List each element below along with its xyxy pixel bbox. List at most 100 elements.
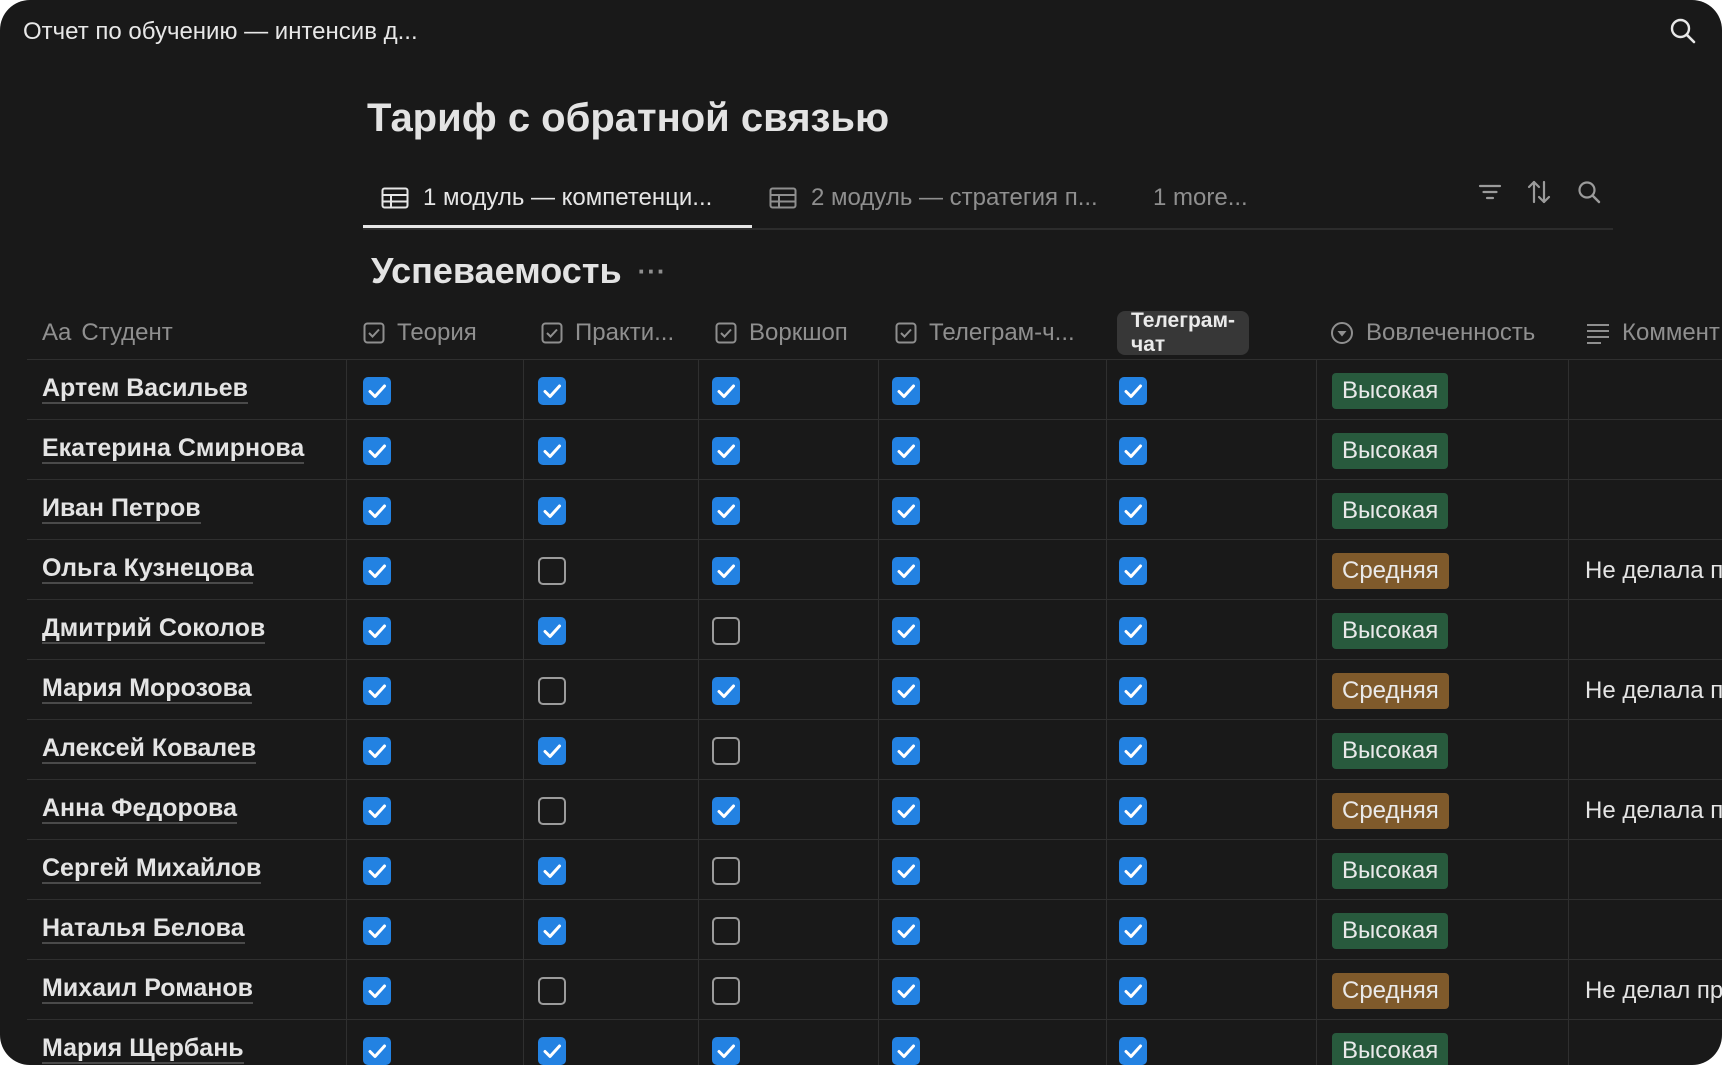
column-header-telegram-2-tooltip[interactable]: Телеграм-чат — [1117, 309, 1249, 356]
cell-theory-checkbox[interactable] — [363, 437, 391, 465]
cell-telegram-1-checkbox[interactable] — [892, 917, 920, 945]
cell-practice-checkbox[interactable] — [538, 437, 566, 465]
comment-text[interactable]: Не делала п — [1585, 797, 1722, 825]
cell-theory-checkbox[interactable] — [363, 857, 391, 885]
table-row[interactable]: Иван Петров Высокая — [27, 480, 1722, 540]
cell-telegram-2-checkbox[interactable] — [1119, 677, 1147, 705]
table-row[interactable]: Анна Федорова Средняя Не делала п — [27, 780, 1722, 840]
cell-practice-checkbox[interactable] — [538, 377, 566, 405]
table-row[interactable]: Сергей Михайлов Высокая — [27, 840, 1722, 900]
cell-workshop-checkbox[interactable] — [712, 497, 740, 525]
engagement-tag[interactable]: Средняя — [1332, 973, 1449, 1009]
cell-workshop-checkbox[interactable] — [712, 737, 740, 765]
cell-workshop-checkbox[interactable] — [712, 977, 740, 1005]
cell-workshop-checkbox[interactable] — [712, 1037, 740, 1065]
engagement-tag[interactable]: Высокая — [1332, 613, 1449, 649]
column-header-engagement[interactable]: Вовлеченность — [1330, 306, 1570, 360]
cell-telegram-2-checkbox[interactable] — [1119, 437, 1147, 465]
cell-workshop-checkbox[interactable] — [712, 677, 740, 705]
cell-practice-checkbox[interactable] — [538, 497, 566, 525]
cell-practice-checkbox[interactable] — [538, 917, 566, 945]
column-header-comment[interactable]: Коммент — [1586, 306, 1722, 360]
cell-telegram-1-checkbox[interactable] — [892, 677, 920, 705]
search-icon[interactable] — [1575, 178, 1603, 206]
table-row[interactable]: Дмитрий Соколов Высокая — [27, 600, 1722, 660]
engagement-tag[interactable]: Высокая — [1332, 733, 1449, 769]
search-icon[interactable] — [1668, 16, 1698, 46]
cell-practice-checkbox[interactable] — [538, 977, 566, 1005]
table-row[interactable]: Наталья Белова Высокая — [27, 900, 1722, 960]
engagement-tag[interactable]: Высокая — [1332, 373, 1449, 409]
filter-icon[interactable] — [1476, 178, 1504, 206]
cell-telegram-2-checkbox[interactable] — [1119, 917, 1147, 945]
column-header-telegram-1[interactable]: Телеграм-ч... — [895, 306, 1115, 360]
cell-telegram-2-checkbox[interactable] — [1119, 857, 1147, 885]
cell-telegram-2-checkbox[interactable] — [1119, 617, 1147, 645]
cell-theory-checkbox[interactable] — [363, 977, 391, 1005]
cell-workshop-checkbox[interactable] — [712, 377, 740, 405]
table-row[interactable]: Алексей Ковалев Высокая — [27, 720, 1722, 780]
comment-text[interactable]: Не делал пр — [1585, 977, 1722, 1005]
cell-practice-checkbox[interactable] — [538, 1037, 566, 1065]
cell-telegram-2-checkbox[interactable] — [1119, 497, 1147, 525]
cell-practice-checkbox[interactable] — [538, 617, 566, 645]
cell-telegram-1-checkbox[interactable] — [892, 1037, 920, 1065]
cell-telegram-1-checkbox[interactable] — [892, 437, 920, 465]
cell-telegram-1-checkbox[interactable] — [892, 497, 920, 525]
engagement-tag[interactable]: Средняя — [1332, 673, 1449, 709]
database-menu-button[interactable]: ··· — [638, 256, 667, 287]
cell-theory-checkbox[interactable] — [363, 737, 391, 765]
cell-telegram-1-checkbox[interactable] — [892, 857, 920, 885]
cell-telegram-2-checkbox[interactable] — [1119, 377, 1147, 405]
cell-workshop-checkbox[interactable] — [712, 917, 740, 945]
tab-module-1[interactable]: 1 модуль — компетенци... — [363, 170, 752, 228]
student-name[interactable]: Анна Федорова — [42, 794, 237, 824]
student-name[interactable]: Алексей Ковалев — [42, 734, 257, 764]
cell-workshop-checkbox[interactable] — [712, 797, 740, 825]
cell-theory-checkbox[interactable] — [363, 797, 391, 825]
cell-workshop-checkbox[interactable] — [712, 857, 740, 885]
cell-practice-checkbox[interactable] — [538, 857, 566, 885]
cell-telegram-1-checkbox[interactable] — [892, 617, 920, 645]
column-header-student[interactable]: Aa Студент — [42, 306, 342, 360]
engagement-tag[interactable]: Высокая — [1332, 853, 1449, 889]
table-row[interactable]: Ольга Кузнецова Средняя Не делала п — [27, 540, 1722, 600]
table-row[interactable]: Мария Щербань Высокая — [27, 1020, 1722, 1065]
cell-theory-checkbox[interactable] — [363, 917, 391, 945]
engagement-tag[interactable]: Средняя — [1332, 793, 1449, 829]
cell-theory-checkbox[interactable] — [363, 557, 391, 585]
student-name[interactable]: Михаил Романов — [42, 974, 253, 1004]
tab-module-2[interactable]: 2 модуль — стратегия п... — [769, 170, 1098, 226]
tab-more[interactable]: 1 more... — [1153, 170, 1248, 226]
cell-telegram-2-checkbox[interactable] — [1119, 977, 1147, 1005]
cell-theory-checkbox[interactable] — [363, 377, 391, 405]
cell-practice-checkbox[interactable] — [538, 557, 566, 585]
cell-theory-checkbox[interactable] — [363, 497, 391, 525]
column-header-practice[interactable]: Практи... — [541, 306, 691, 360]
comment-text[interactable]: Не делала п — [1585, 677, 1722, 705]
cell-workshop-checkbox[interactable] — [712, 617, 740, 645]
cell-telegram-1-checkbox[interactable] — [892, 377, 920, 405]
cell-telegram-1-checkbox[interactable] — [892, 977, 920, 1005]
engagement-tag[interactable]: Средняя — [1332, 553, 1449, 589]
engagement-tag[interactable]: Высокая — [1332, 433, 1449, 469]
cell-telegram-1-checkbox[interactable] — [892, 737, 920, 765]
cell-workshop-checkbox[interactable] — [712, 557, 740, 585]
student-name[interactable]: Сергей Михайлов — [42, 854, 262, 884]
table-row[interactable]: Екатерина Смирнова Высокая — [27, 420, 1722, 480]
engagement-tag[interactable]: Высокая — [1332, 1033, 1449, 1065]
student-name[interactable]: Мария Морозова — [42, 674, 252, 704]
student-name[interactable]: Артем Васильев — [42, 374, 249, 404]
student-name[interactable]: Мария Щербань — [42, 1034, 244, 1064]
cell-practice-checkbox[interactable] — [538, 677, 566, 705]
student-name[interactable]: Екатерина Смирнова — [42, 434, 305, 464]
student-name[interactable]: Наталья Белова — [42, 914, 245, 944]
cell-telegram-2-checkbox[interactable] — [1119, 1037, 1147, 1065]
cell-workshop-checkbox[interactable] — [712, 437, 740, 465]
cell-telegram-2-checkbox[interactable] — [1119, 557, 1147, 585]
cell-theory-checkbox[interactable] — [363, 617, 391, 645]
student-name[interactable]: Дмитрий Соколов — [42, 614, 266, 644]
engagement-tag[interactable]: Высокая — [1332, 493, 1449, 529]
table-row[interactable]: Мария Морозова Средняя Не делала п — [27, 660, 1722, 720]
cell-telegram-1-checkbox[interactable] — [892, 797, 920, 825]
